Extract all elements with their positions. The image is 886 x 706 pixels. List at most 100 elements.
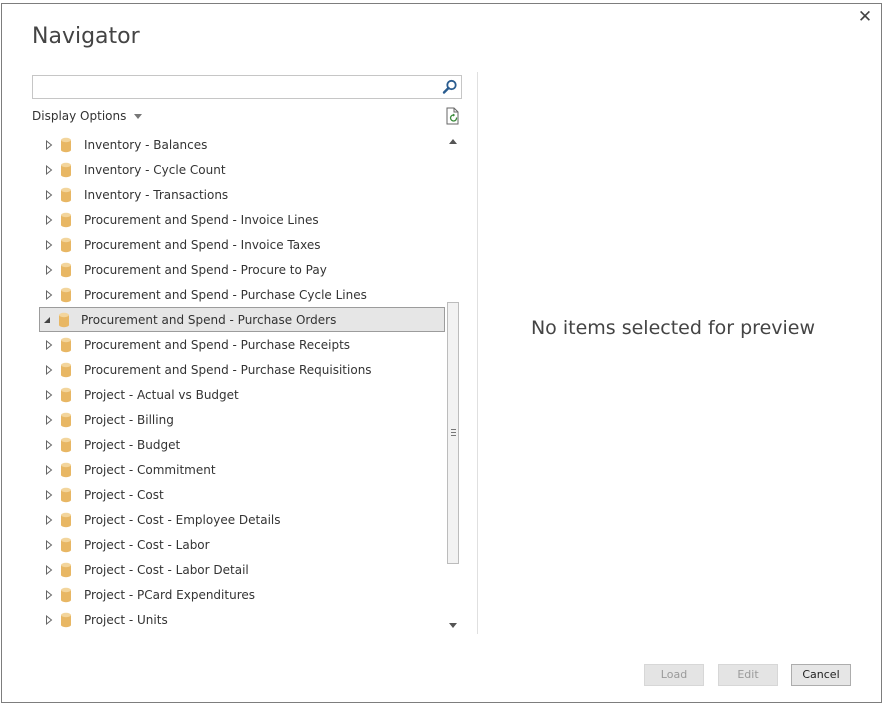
collapsed-triangle-icon[interactable] <box>45 614 53 625</box>
database-icon <box>59 487 73 503</box>
tree-item[interactable]: Inventory - Balances <box>32 132 445 157</box>
pane-divider <box>477 72 478 634</box>
collapsed-triangle-icon[interactable] <box>45 189 53 200</box>
tree-item-label: Procurement and Spend - Invoice Taxes <box>84 237 321 252</box>
database-icon <box>59 187 73 203</box>
collapsed-triangle-icon[interactable] <box>45 589 53 600</box>
tree-item[interactable]: Project - Cost <box>32 482 445 507</box>
database-icon <box>59 362 73 378</box>
tree-item[interactable]: Project - Commitment <box>32 457 445 482</box>
preview-empty-message: No items selected for preview <box>530 317 816 339</box>
tree-item[interactable]: Project - Units <box>32 607 445 632</box>
tree-item-label: Procurement and Spend - Purchase Receipt… <box>84 337 351 352</box>
database-icon <box>59 587 73 603</box>
database-icon <box>59 612 73 628</box>
collapsed-triangle-icon[interactable] <box>45 239 53 250</box>
collapsed-triangle-icon[interactable] <box>45 389 53 400</box>
collapsed-triangle-icon[interactable] <box>45 289 53 300</box>
database-icon <box>59 212 73 228</box>
scroll-down-arrow-icon[interactable] <box>449 623 457 628</box>
collapsed-triangle-icon[interactable] <box>45 139 53 150</box>
tree-item[interactable]: Procurement and Spend - Purchase Receipt… <box>32 332 445 357</box>
tree-item-label: Project - Cost - Employee Details <box>84 512 281 527</box>
database-icon <box>59 437 73 453</box>
collapsed-triangle-icon[interactable] <box>45 489 53 500</box>
tree-item[interactable]: Project - Actual vs Budget <box>32 382 445 407</box>
collapsed-triangle-icon[interactable] <box>45 364 53 375</box>
chevron-down-icon <box>134 113 143 119</box>
expanded-triangle-icon[interactable] <box>43 316 51 324</box>
database-icon <box>59 562 73 578</box>
database-icon <box>57 312 71 328</box>
database-icon <box>59 162 73 178</box>
tree-item-label: Procurement and Spend - Procure to Pay <box>84 262 327 277</box>
tree-item[interactable]: Inventory - Cycle Count <box>32 157 445 182</box>
database-icon <box>59 287 73 303</box>
database-icon <box>59 412 73 428</box>
tree-item[interactable]: Project - PCard Expenditures <box>32 582 445 607</box>
database-icon <box>59 337 73 353</box>
dialog-title: Navigator <box>32 24 140 49</box>
tree-item[interactable]: Procurement and Spend - Invoice Taxes <box>32 232 445 257</box>
tree-item[interactable]: Procurement and Spend - Procure to Pay <box>32 257 445 282</box>
display-options-label: Display Options <box>32 109 127 123</box>
tree-item-label: Procurement and Spend - Invoice Lines <box>84 212 319 227</box>
collapsed-triangle-icon[interactable] <box>45 214 53 225</box>
tree-item-label: Procurement and Spend - Purchase Cycle L… <box>84 287 367 302</box>
close-icon[interactable]: ✕ <box>856 8 874 26</box>
tree-item-label: Project - Cost - Labor Detail <box>84 562 249 577</box>
navigator-tree: Inventory - Balances Inventory - Cycle Co… <box>32 132 462 634</box>
tree-item-label: Project - Cost <box>84 487 164 502</box>
search-icon[interactable] <box>440 77 460 97</box>
tree-item[interactable]: Project - Cost - Labor <box>32 532 445 557</box>
tree-item-label: Project - Actual vs Budget <box>84 387 239 402</box>
collapsed-triangle-icon[interactable] <box>45 339 53 350</box>
tree-item-label: Procurement and Spend - Purchase Requisi… <box>84 362 372 377</box>
collapsed-triangle-icon[interactable] <box>45 564 53 575</box>
tree-item-label: Project - Budget <box>84 437 181 452</box>
tree-item-label: Project - Units <box>84 612 168 627</box>
tree-item[interactable]: Inventory - Transactions <box>32 182 445 207</box>
scroll-thumb[interactable] <box>447 302 459 564</box>
search-input[interactable] <box>33 76 438 98</box>
collapsed-triangle-icon[interactable] <box>45 464 53 475</box>
tree-item-label: Inventory - Cycle Count <box>84 162 226 177</box>
tree-list: Inventory - Balances Inventory - Cycle Co… <box>32 132 445 632</box>
collapsed-triangle-icon[interactable] <box>45 414 53 425</box>
database-icon <box>59 462 73 478</box>
tree-item-label: Project - PCard Expenditures <box>84 587 255 602</box>
database-icon <box>59 537 73 553</box>
collapsed-triangle-icon[interactable] <box>45 164 53 175</box>
tree-item[interactable]: Project - Billing <box>32 407 445 432</box>
database-icon <box>59 237 73 253</box>
collapsed-triangle-icon[interactable] <box>45 539 53 550</box>
tree-item-label: Project - Commitment <box>84 462 216 477</box>
tree-scrollbar[interactable] <box>446 132 462 634</box>
load-button[interactable]: Load <box>644 664 704 686</box>
tree-item-label: Inventory - Transactions <box>84 187 229 202</box>
tree-item-label: Procurement and Spend - Purchase Orders <box>81 312 337 327</box>
edit-button[interactable]: Edit <box>718 664 778 686</box>
cancel-button[interactable]: Cancel <box>791 664 851 686</box>
collapsed-triangle-icon[interactable] <box>45 264 53 275</box>
grip-icon <box>451 429 456 436</box>
tree-item[interactable]: Project - Budget <box>32 432 445 457</box>
tree-item[interactable]: Procurement and Spend - Purchase Requisi… <box>32 357 445 382</box>
database-icon <box>59 262 73 278</box>
database-icon <box>59 137 73 153</box>
tree-item[interactable]: Procurement and Spend - Purchase Cycle L… <box>32 282 445 307</box>
tree-item[interactable]: Project - Cost - Employee Details <box>32 507 445 532</box>
search-box[interactable] <box>32 75 462 99</box>
tree-item[interactable]: Procurement and Spend - Invoice Lines <box>32 207 445 232</box>
tree-item-label: Project - Cost - Labor <box>84 537 210 552</box>
tree-item-label: Project - Billing <box>84 412 174 427</box>
collapsed-triangle-icon[interactable] <box>45 514 53 525</box>
tree-item[interactable]: Project - Cost - Labor Detail <box>32 557 445 582</box>
tree-item-label: Inventory - Balances <box>84 137 208 152</box>
scroll-up-arrow-icon[interactable] <box>449 139 457 144</box>
display-options-dropdown[interactable]: Display Options <box>32 108 143 124</box>
collapsed-triangle-icon[interactable] <box>45 439 53 450</box>
tree-item[interactable]: Procurement and Spend - Purchase Orders <box>39 307 445 332</box>
refresh-icon[interactable] <box>444 107 462 125</box>
database-icon <box>59 512 73 528</box>
